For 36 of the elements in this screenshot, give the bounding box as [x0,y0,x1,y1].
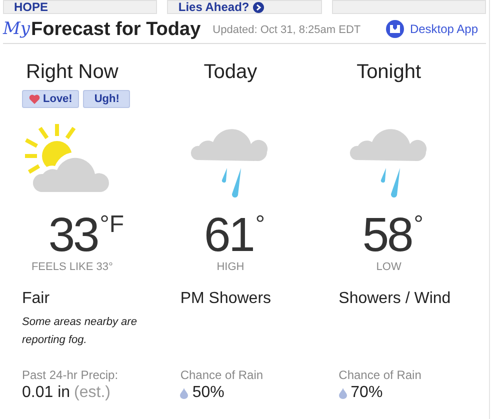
stat-label: Past 24-hr Precip: [22,369,120,381]
temperature-label: LOW [376,262,402,273]
story-card[interactable]: HOPE [3,0,158,14]
condition: Fair [22,291,51,307]
period-title: Tonight [356,62,422,82]
temperature-value: 61 [204,212,254,260]
desktop-app-link[interactable]: Desktop App [386,20,478,38]
condition-note: Some areas nearby are reporting fog. [22,315,138,348]
temperature-unit: ° [255,213,265,237]
story-card[interactable]: Lies Ahead? [167,0,322,14]
period-title: Right Now [26,62,118,82]
stat-value: 0.01 in [22,385,70,401]
estimate-note: (est.) [74,385,110,401]
temperature-value: 33 [48,212,98,260]
stat-value: 70% [350,385,383,401]
period-title: Today [204,62,258,82]
heart-icon [29,94,40,104]
condition: PM Showers [180,291,272,307]
reaction-button[interactable]: Ugh! [83,90,130,108]
temperature-unit: °F [100,213,124,237]
stat-label: Chance of Rain [338,369,422,381]
temperature-value: 58 [362,212,412,260]
raindrop-icon [338,388,347,398]
stat-label: Chance of Rain [180,369,264,381]
updated-time: Updated: Oct 31, 8:25am EDT [212,22,361,38]
page-title: Forecast for Today [31,20,201,39]
download-icon [386,20,404,38]
stat-value: 50% [192,385,224,401]
condition: Showers / Wind [338,291,452,307]
temperature-label: HIGH [216,262,244,273]
story-card[interactable] [332,0,486,14]
reaction-button[interactable]: Love! [22,90,80,108]
temperature-label: FEELS LIKE 33° [31,262,113,273]
temperature-unit: ° [414,213,424,237]
logo: My [3,21,30,38]
raindrop-icon [180,388,188,398]
